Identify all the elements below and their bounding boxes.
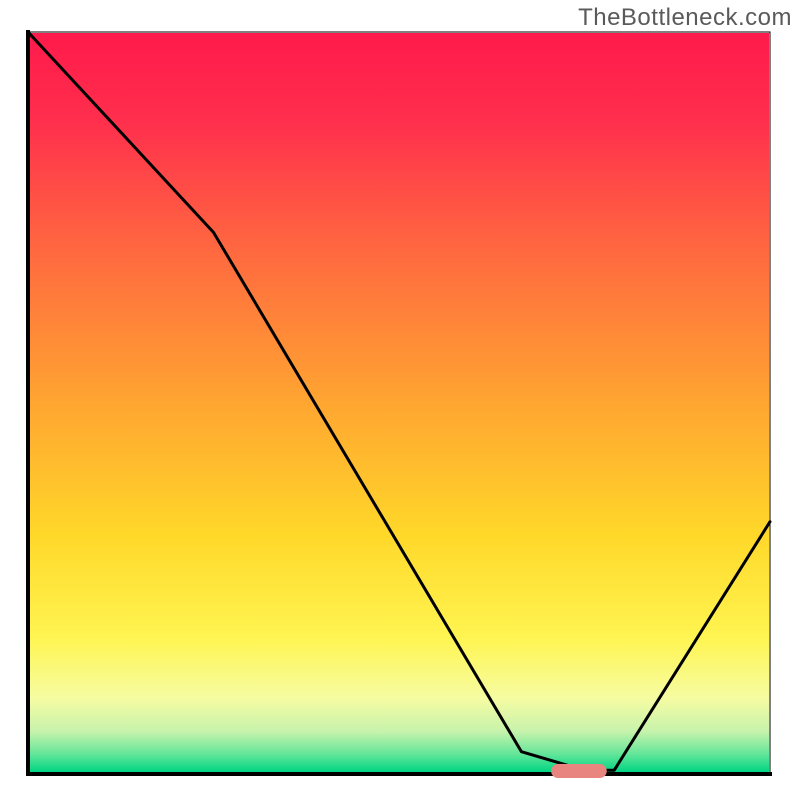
highlight-pill [551,764,607,778]
chart-canvas [0,0,800,800]
chart-root: TheBottleneck.com [0,0,800,800]
gradient-background [30,33,769,772]
